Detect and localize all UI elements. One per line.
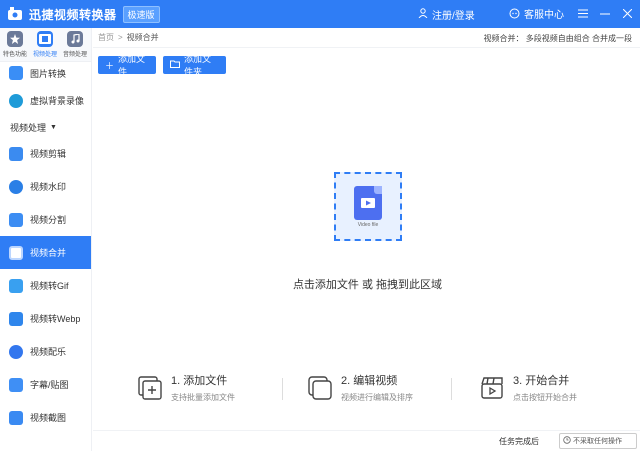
sidebar-item-label: 图片转换 — [30, 68, 67, 79]
sidebar: 特色功能 视频处理 音频处理 图片转换 虚拟背景录像 视频处理 ▼ 视频剪辑 视 — [0, 28, 92, 451]
watermark-icon — [9, 179, 23, 194]
step-title: 3. 开始合并 — [513, 375, 570, 387]
sidebar-item-label: 视频转Webp — [30, 314, 81, 324]
minimize-icon[interactable] — [598, 7, 612, 21]
sidebar-item-gif[interactable]: 视频转Gif — [0, 269, 91, 302]
section-video-processing[interactable]: 视频处理 ▼ — [0, 117, 91, 137]
sidebar-item-label: 视频配乐 — [30, 347, 67, 357]
breadcrumb-home[interactable]: 首页 — [98, 32, 114, 43]
sidebar-item-label: 视频剪辑 — [30, 149, 67, 159]
split-icon — [9, 212, 23, 227]
step-title: 1. 添加文件 — [171, 375, 228, 387]
step-subtitle: 支持批量添加文件 — [171, 393, 235, 402]
breadcrumb-current: 视频合并 — [126, 33, 159, 42]
clapperboard-icon — [479, 375, 505, 401]
title-bar: 迅捷视频转换器 极速版 注册/登录 客服中心 — [0, 0, 640, 28]
subtitle-icon — [9, 377, 23, 392]
sidebar-item-screenshot[interactable]: 视频截图 — [0, 401, 91, 434]
sidebar-item-split[interactable]: 视频分割 — [0, 203, 91, 236]
close-icon[interactable] — [620, 7, 634, 21]
steps-guide: 1. 添加文件 支持批量添加文件 2. 编辑视频 视频进行编辑及排序 3. 开始… — [93, 372, 640, 412]
sidebar-item-label: 视频分割 — [30, 215, 67, 225]
caret-down-icon: ▼ — [50, 123, 57, 131]
sidebar-item-watermark[interactable]: 视频水印 — [0, 170, 91, 203]
sidebar-item-label: 视频转Gif — [30, 281, 69, 291]
sidebar-item-video-edit[interactable]: 视频剪辑 — [0, 137, 91, 170]
video-file-icon — [354, 185, 382, 220]
sidebar-item-subtitle[interactable]: 字幕/贴图 — [0, 368, 91, 401]
breadcrumb: 首页 > 视频合并 视频合并： 多段视频自由组合 合并成一段 — [93, 28, 640, 48]
headset-icon — [507, 7, 521, 21]
sidebar-item-label: 视频合并 — [30, 248, 67, 258]
service-center-label: 客服中心 — [524, 10, 564, 21]
sidebar-item-label: 虚拟背景录像 — [30, 96, 85, 106]
step-subtitle: 视频进行编辑及排序 — [341, 393, 413, 402]
step-edit-video: 2. 编辑视频 视频进行编辑及排序 — [307, 372, 413, 403]
audio-icon — [67, 31, 83, 47]
login-link[interactable]: 注册/登录 — [418, 7, 475, 22]
add-file-button[interactable]: ＋ 添加文件 — [98, 54, 156, 77]
screenshot-icon — [9, 410, 23, 425]
sidebar-item-webp[interactable]: 视频转Webp — [0, 302, 91, 335]
step-divider — [451, 378, 452, 400]
add-folder-button[interactable]: 添加文件夹 — [163, 54, 226, 77]
film-icon — [37, 31, 53, 47]
tab-label: 音频处理 — [62, 52, 87, 58]
tab-video[interactable]: 视频处理 — [30, 31, 60, 61]
webp-icon — [9, 311, 23, 326]
edition-badge: 极速版 — [122, 5, 160, 23]
login-label: 注册/登录 — [432, 11, 475, 22]
add-folder-label: 添加文件夹 — [184, 54, 212, 77]
app-logo-icon — [6, 6, 24, 22]
step-divider — [282, 378, 283, 400]
add-file-step-icon — [137, 375, 163, 401]
drop-instruction: 点击添加文件 或 拖拽到此区域 — [292, 279, 443, 291]
plus-icon: ＋ — [105, 60, 115, 71]
tab-label: 视频处理 — [32, 52, 57, 58]
step-start-merge: 3. 开始合并 点击按钮开始合并 — [479, 372, 577, 403]
music-icon — [9, 344, 23, 359]
virtual-bg-icon — [9, 93, 23, 108]
gif-icon — [9, 278, 23, 293]
sidebar-item-image-convert[interactable]: 图片转换 — [0, 62, 91, 84]
after-task-select[interactable]: 不采取任何操作 — [559, 433, 637, 449]
menu-icon[interactable] — [576, 7, 590, 21]
breadcrumb-separator: > — [118, 33, 123, 42]
after-task-label: 任务完成后 — [499, 437, 539, 446]
service-center-button[interactable]: 客服中心 — [507, 6, 564, 21]
merge-icon — [9, 245, 23, 260]
sidebar-item-merge[interactable]: 视频合并 — [0, 236, 91, 269]
drop-zone[interactable]: Video file — [334, 172, 402, 241]
section-label: 视频处理 — [10, 122, 47, 133]
feature-hint: 视频合并： 多段视频自由组合 合并成一段 — [483, 34, 632, 43]
star-icon — [7, 31, 23, 47]
folder-icon — [170, 60, 180, 70]
tab-featured[interactable]: 特色功能 — [0, 31, 30, 61]
step-subtitle: 点击按钮开始合并 — [513, 393, 577, 402]
image-convert-icon — [9, 66, 23, 80]
sidebar-item-label: 视频水印 — [30, 182, 67, 192]
edit-video-step-icon — [307, 375, 333, 401]
app-title: 迅捷视频转换器 — [29, 7, 117, 22]
video-file-label: Video file — [357, 221, 379, 228]
sidebar-item-label: 字幕/贴图 — [30, 380, 69, 390]
step-title: 2. 编辑视频 — [341, 375, 398, 387]
step-add-file: 1. 添加文件 支持批量添加文件 — [137, 372, 235, 403]
sidebar-item-music[interactable]: 视频配乐 — [0, 335, 91, 368]
clock-icon — [563, 436, 571, 446]
category-tabs: 特色功能 视频处理 音频处理 — [0, 28, 91, 62]
tab-audio[interactable]: 音频处理 — [60, 31, 90, 61]
after-task-value: 不采取任何操作 — [573, 438, 622, 445]
add-file-label: 添加文件 — [118, 54, 146, 77]
sidebar-item-virtual-bg[interactable]: 虚拟背景录像 — [0, 84, 91, 117]
user-icon — [418, 8, 428, 21]
tab-label: 特色功能 — [2, 52, 27, 58]
status-bar: 任务完成后 不采取任何操作 — [93, 430, 640, 451]
sidebar-item-label: 视频截图 — [30, 413, 67, 423]
video-edit-icon — [9, 146, 23, 161]
